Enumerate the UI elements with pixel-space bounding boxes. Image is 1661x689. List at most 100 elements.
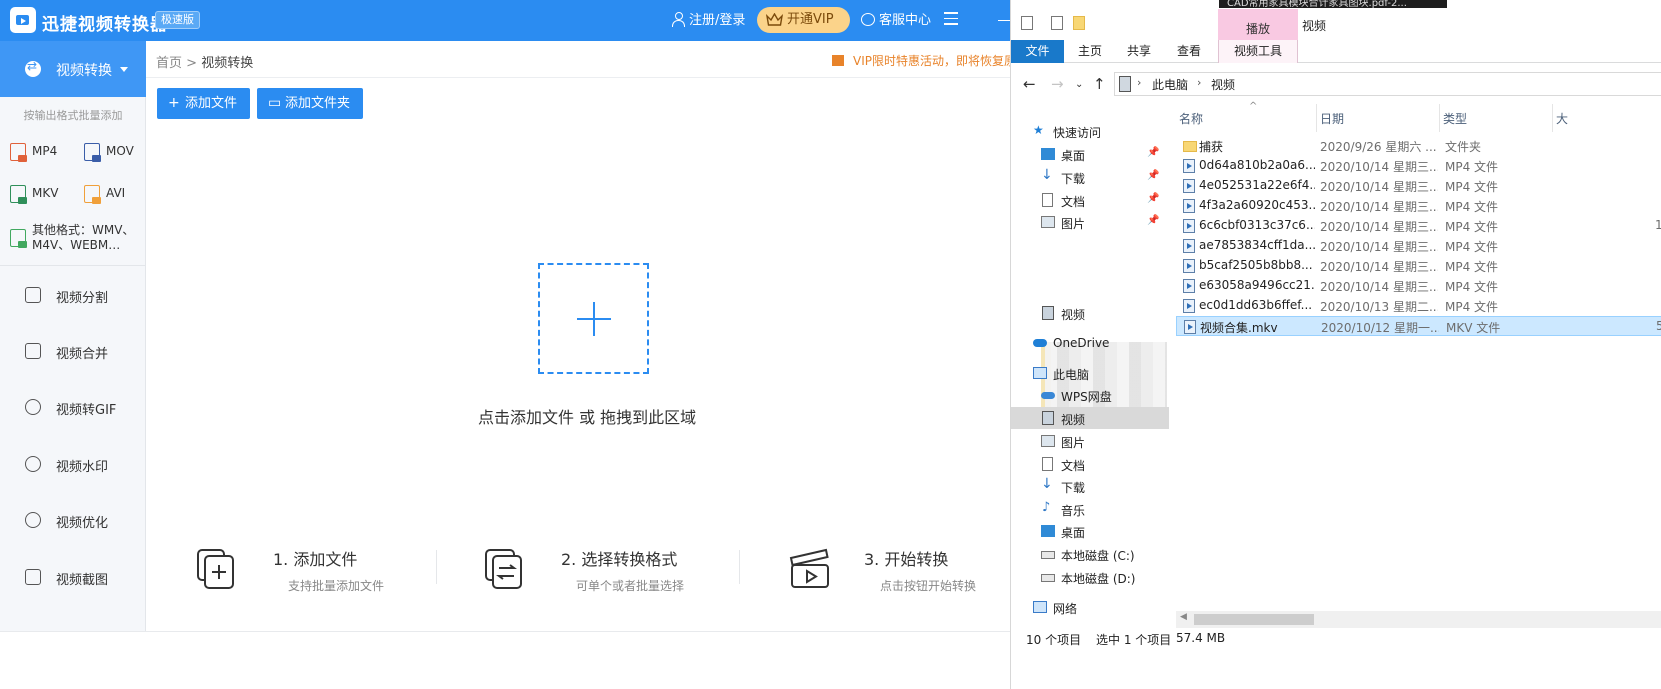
back-arrow-icon[interactable]: ← <box>1023 75 1036 93</box>
tab-home[interactable]: 主页 <box>1068 40 1112 63</box>
add-file-button[interactable]: + 添加文件 <box>157 88 250 119</box>
drop-zone[interactable] <box>538 263 649 374</box>
nav-downloads[interactable]: ↓ 下载 📌 <box>1011 166 1169 188</box>
split-icon <box>25 287 41 303</box>
horizontal-scrollbar[interactable]: ◀ <box>1176 611 1661 628</box>
breadcrumb-home[interactable]: 首页 <box>156 56 182 71</box>
step-desc: 支持批量添加文件 <box>288 579 385 593</box>
file-size: 1 <box>1655 218 1661 232</box>
nav-pc-downloads[interactable]: ↓ 下载 <box>1011 475 1169 497</box>
video-file-icon <box>1183 279 1195 293</box>
file-row[interactable]: 捕获 2020/9/26 星期六 ... 文件夹 <box>1176 136 1661 156</box>
nav-wps[interactable]: WPS网盘 <box>1011 384 1169 406</box>
breadcrumb: 首页 > 视频转换 <box>156 52 253 71</box>
folder-icon <box>1183 141 1197 152</box>
step-divider <box>436 550 437 584</box>
cloud-icon <box>1033 339 1047 347</box>
sidebar-item-optimize[interactable]: 视频优化 <box>0 500 146 540</box>
promo-text: VIP限时特惠活动，即将恢复原价 <box>853 54 1010 68</box>
computer-icon <box>1033 367 1047 379</box>
nav-pc-video[interactable]: 视频 <box>1011 407 1169 429</box>
file-row[interactable]: 4f3a2a60920c453... 2020/10/14 星期三... MP4 文… <box>1176 196 1661 216</box>
menu-icon[interactable] <box>944 12 958 29</box>
file-type: MP4 文件 <box>1445 220 1499 234</box>
column-header-type[interactable]: 类型 <box>1443 110 1467 127</box>
tab-video-tools[interactable]: 视频工具 <box>1218 40 1298 63</box>
promo-banner[interactable]: VIP限时特惠活动，即将恢复原价 <box>832 52 1010 69</box>
nav-drive-c[interactable]: 本地磁盘 (C:) <box>1011 543 1169 565</box>
nav-this-pc[interactable]: 此电脑 <box>1011 362 1169 384</box>
sidebar-item-gif[interactable]: 视频转GIF <box>0 387 146 427</box>
column-header-size[interactable]: 大 <box>1556 110 1568 127</box>
vip-button[interactable]: 开通VIP <box>757 7 850 33</box>
sidebar-item-video-convert[interactable]: 视频转换 <box>0 41 146 97</box>
plus-icon: + <box>168 95 180 111</box>
sidebar-item-merge[interactable]: 视频合并 <box>0 331 146 371</box>
sidebar-item-watermark[interactable]: 视频水印 <box>0 444 146 484</box>
watermark-icon <box>25 456 41 472</box>
format-label: MKV <box>32 186 59 200</box>
file-row[interactable]: 4e052531a22e6f4... 2020/10/14 星期三... MP4 文… <box>1176 176 1661 196</box>
column-header-name[interactable]: 名称 <box>1179 110 1203 127</box>
forward-arrow-icon[interactable]: → <box>1051 75 1064 93</box>
recent-chevron-icon[interactable]: ⌄ <box>1075 79 1083 90</box>
film-reel-icon <box>25 512 41 528</box>
nav-drive-d[interactable]: 本地磁盘 (D:) <box>1011 566 1169 588</box>
nav-pc-music[interactable]: ♪ 音乐 <box>1011 498 1169 520</box>
nav-label: 视频水印 <box>56 460 109 475</box>
scroll-left-icon[interactable]: ◀ <box>1180 612 1187 622</box>
tab-file[interactable]: 文件 <box>1011 40 1064 63</box>
checkbox-icon[interactable] <box>1051 16 1063 30</box>
file-row[interactable]: ae7853834cff1da... 2020/10/14 星期三... MP4 文… <box>1176 236 1661 256</box>
file-row[interactable]: e63058a9496cc21... 2020/10/14 星期三... MP4 文… <box>1176 276 1661 296</box>
address-bar[interactable]: › 此电脑 › 视频 <box>1114 72 1661 96</box>
file-type: MP4 文件 <box>1445 260 1499 274</box>
add-folder-button[interactable]: ▭ 添加文件夹 <box>257 88 363 119</box>
nav-quick-access[interactable]: ★ 快速访问 <box>1011 120 1169 142</box>
play-label: 播放 <box>1245 22 1270 36</box>
other-file-icon <box>10 229 27 248</box>
add-file-label: 添加文件 <box>185 96 238 111</box>
file-type: MP4 文件 <box>1445 240 1499 254</box>
service-label: 客服中心 <box>879 13 932 28</box>
nav-pictures[interactable]: 图片 📌 <box>1011 211 1169 233</box>
address-part[interactable]: 此电脑 <box>1152 76 1188 93</box>
ribbon-context-tab: 播放 <box>1218 9 1298 40</box>
hard-drive-icon <box>1041 551 1055 559</box>
breadcrumb-current: 视频转换 <box>201 56 254 71</box>
nav-documents[interactable]: 文档 📌 <box>1011 189 1169 211</box>
nav-pc-documents[interactable]: 文档 <box>1011 453 1169 475</box>
file-row[interactable]: b5caf2505b8bb8... 2020/10/14 星期三... MP4 文件 <box>1176 256 1661 276</box>
file-row[interactable]: ec0d1dd63b6ffef... 2020/10/13 星期二... MP4 文… <box>1176 296 1661 316</box>
tab-share[interactable]: 共享 <box>1117 40 1161 63</box>
hard-drive-icon <box>1041 574 1055 582</box>
file-row[interactable]: 6c6cbf0313c37c6... 2020/10/14 星期三... MP4 文… <box>1176 216 1661 236</box>
tab-view[interactable]: 查看 <box>1167 40 1211 63</box>
scrollbar-thumb[interactable] <box>1194 614 1314 625</box>
file-row[interactable]: 0d64a810b2a0a6... 2020/10/14 星期三... MP4 文件 <box>1176 156 1661 176</box>
nav-desktop[interactable]: 桌面 📌 <box>1011 143 1169 165</box>
video-file-icon <box>1184 320 1196 334</box>
folder-icon[interactable] <box>1073 16 1085 30</box>
file-type: MP4 文件 <box>1445 180 1499 194</box>
nav-quick-video[interactable]: 视频 <box>1011 302 1169 324</box>
nav-pc-pictures[interactable]: 图片 <box>1011 430 1169 452</box>
address-part[interactable]: 视频 <box>1211 76 1235 93</box>
sidebar-item-screenshot[interactable]: 视频截图 <box>0 557 146 597</box>
minimize-icon[interactable] <box>998 13 1010 21</box>
format-other-label: 其他格式：WMV、 M4V、WEBM… <box>32 223 135 252</box>
file-row[interactable]: 视频合集.mkv 2020/10/12 星期一... MKV 文件 5 <box>1176 316 1661 336</box>
nav-network[interactable]: 网络 <box>1011 596 1169 618</box>
column-header-date[interactable]: 日期 <box>1320 110 1344 127</box>
add-files-icon <box>197 549 234 589</box>
drive-icon[interactable] <box>1021 16 1033 30</box>
mp4-file-icon <box>10 143 27 162</box>
login-button[interactable]: 注册/登录 <box>672 0 745 41</box>
nav-onedrive[interactable]: OneDrive <box>1011 332 1169 354</box>
service-button[interactable]: 客服中心 <box>861 0 931 41</box>
video-file-icon <box>1183 159 1195 173</box>
up-arrow-icon[interactable]: ↑ <box>1093 75 1106 93</box>
nav-pc-desktop[interactable]: 桌面 <box>1011 520 1169 542</box>
sidebar-item-split[interactable]: 视频分割 <box>0 275 146 315</box>
download-icon: ↓ <box>1041 167 1053 183</box>
